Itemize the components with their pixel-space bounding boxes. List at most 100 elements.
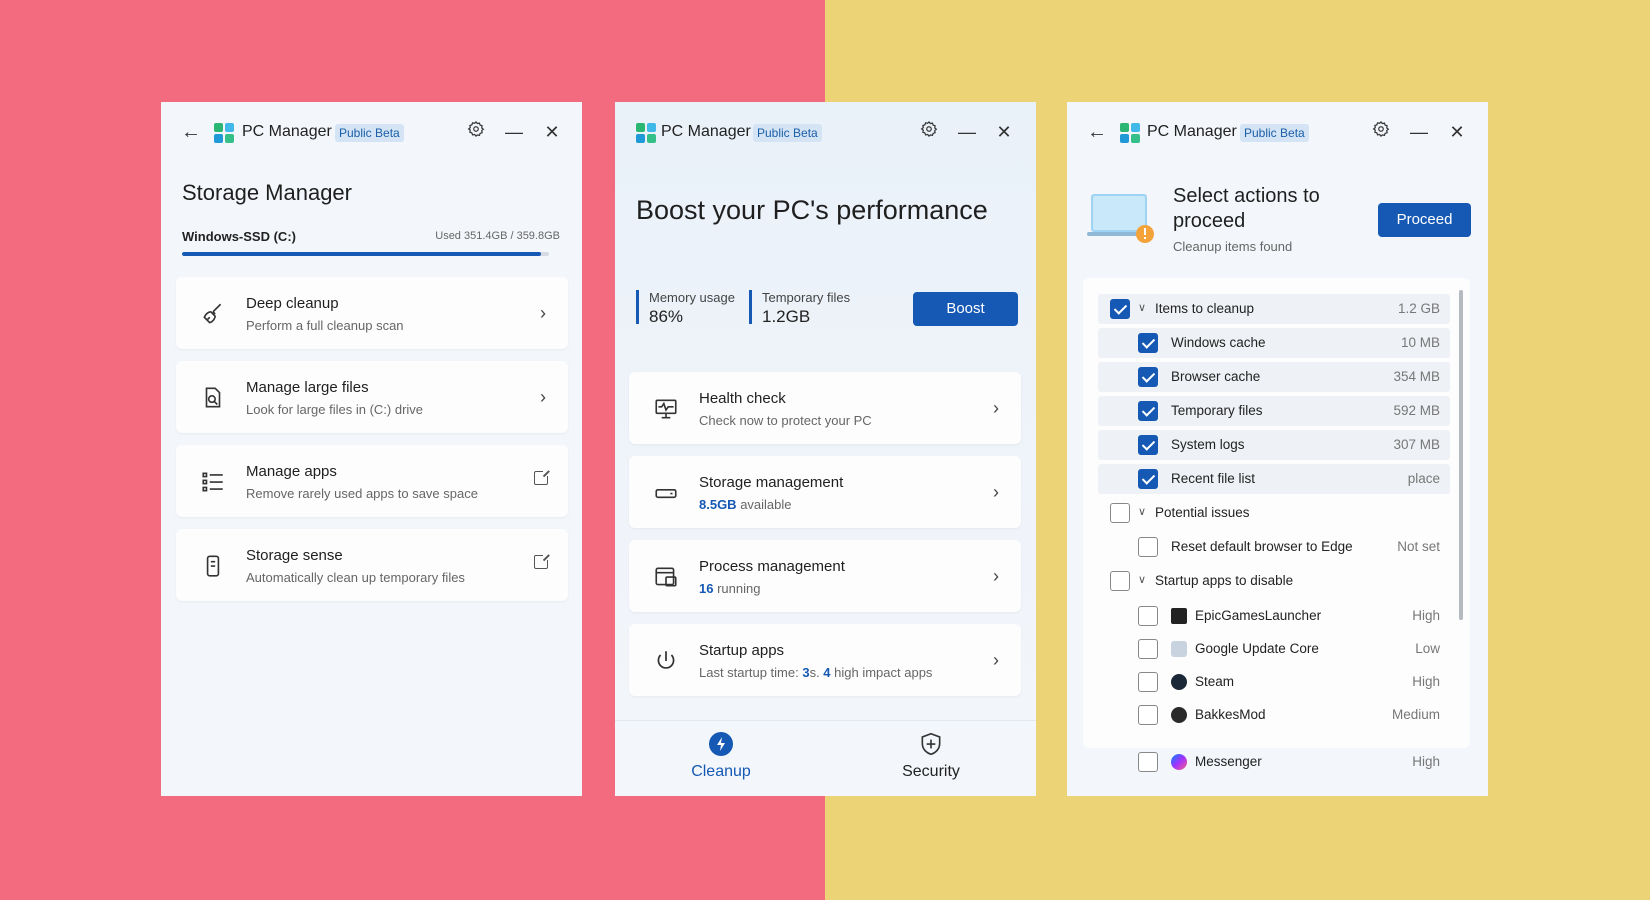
storage-manager-window: ← PC Manager Public Beta — ✕ Storage Man… [161,102,582,796]
tab-cleanup[interactable]: Cleanup [671,731,771,791]
checkbox[interactable] [1138,469,1158,489]
checkbox[interactable] [1138,537,1158,557]
checkbox[interactable] [1110,299,1130,319]
checkbox[interactable] [1138,367,1158,387]
health-monitor-icon [653,396,679,422]
checkbox[interactable] [1138,435,1158,455]
minimize-icon[interactable]: — [502,120,526,144]
storage-management-card[interactable]: Storage management 8.5GB available › [629,456,1021,528]
item-label: System logs [1171,437,1245,452]
stat-value: 1.2GB [762,307,811,326]
file-search-icon [200,385,226,411]
checkbox[interactable] [1138,752,1158,772]
proceed-button[interactable]: Proceed [1378,203,1471,237]
startup-apps-card[interactable]: Startup apps Last startup time: 3s. 4 hi… [629,624,1021,696]
app-title: PC Manager [1147,123,1237,140]
deep-cleanup-card[interactable]: Deep cleanup Perform a full cleanup scan… [176,277,568,349]
item-value: 354 MB [1393,369,1440,384]
card-title: Startup apps [699,642,785,659]
item-label: Browser cache [1171,369,1261,384]
public-beta-badge: Public Beta [753,124,822,142]
shield-icon [918,731,944,757]
chevron-right-icon: › [993,398,999,418]
close-icon[interactable]: ✕ [992,120,1016,144]
chevron-right-icon: › [540,387,546,407]
tab-label: Cleanup [691,763,751,780]
item-label: BakkesMod [1195,707,1266,722]
checkbox[interactable] [1138,333,1158,353]
item-value: place [1407,471,1440,486]
checkbox[interactable] [1138,639,1158,659]
external-link-icon [534,553,550,569]
checkbox[interactable] [1138,606,1158,626]
minimize-icon[interactable]: — [1407,120,1431,144]
settings-gear-icon[interactable] [1369,120,1393,144]
storage-available-value: 8.5GB [699,497,737,512]
card-subtitle: Look for large files in (C:) drive [246,402,424,417]
power-icon [653,648,679,674]
storage-sense-card[interactable]: Storage sense Automatically clean up tem… [176,529,568,601]
cleanup-bolt-icon [708,731,734,757]
chevron-down-icon[interactable]: ∨ [1138,301,1146,314]
card-title: Manage apps [246,463,337,480]
list-item: System logs 307 MB [1098,430,1450,460]
checkbox[interactable] [1110,571,1130,591]
minimize-icon[interactable]: — [955,120,979,144]
settings-gear-icon[interactable] [917,120,941,144]
list-item [1098,733,1450,747]
title-bar: ← PC Manager Public Beta — ✕ [161,102,582,162]
close-icon[interactable]: ✕ [540,120,564,144]
list-item: Browser cache 354 MB [1098,362,1450,392]
group-potential-issues: ∨ Potential issues [1098,498,1450,528]
broom-icon [200,301,226,327]
pc-manager-logo-icon [636,123,656,143]
process-management-card[interactable]: Process management 16 running › [629,540,1021,612]
checkbox[interactable] [1138,705,1158,725]
process-window-icon [653,564,679,590]
title-bar: ← PC Manager Public Beta — ✕ [1067,102,1488,162]
item-label: Messenger [1195,754,1262,769]
checkbox[interactable] [1110,503,1130,523]
item-value: High [1412,674,1440,689]
checkbox[interactable] [1138,672,1158,692]
title-bar: PC Manager Public Beta — ✕ [615,102,1036,162]
card-title: Process management [699,558,845,575]
drive-name: Windows-SSD (C:) [182,229,296,244]
item-label: Steam [1195,674,1235,689]
list-item: EpicGamesLauncher High [1098,601,1450,631]
group-items-to-cleanup: ∨ Items to cleanup 1.2 GB [1098,294,1450,324]
cleanup-list: ∨ Items to cleanup 1.2 GB Windows cache … [1083,278,1470,748]
drive-usage-fill [182,252,541,256]
page-title: Storage Manager [182,180,352,205]
manage-large-files-card[interactable]: Manage large files Look for large files … [176,361,568,433]
cleanup-actions-window: ← PC Manager Public Beta — ✕ Select acti… [1067,102,1488,796]
steam-icon [1171,674,1187,690]
scrollbar[interactable] [1459,290,1463,620]
chevron-down-icon[interactable]: ∨ [1138,573,1146,586]
item-value: High [1412,754,1440,769]
bottom-navigation: Cleanup Security [615,720,1036,796]
stat-label: Temporary files [762,290,851,305]
checkbox[interactable] [1138,401,1158,421]
hard-drive-icon [653,480,679,506]
chevron-down-icon[interactable]: ∨ [1138,505,1146,518]
close-icon[interactable]: ✕ [1445,120,1469,144]
card-subtitle: Remove rarely used apps to save space [246,486,478,501]
settings-gear-icon[interactable] [464,120,488,144]
item-label: EpicGamesLauncher [1195,608,1322,623]
page-subtitle: Cleanup items found [1173,239,1293,254]
health-check-card[interactable]: Health check Check now to protect your P… [629,372,1021,444]
card-title: Manage large files [246,379,369,396]
tab-security[interactable]: Security [881,731,981,791]
drive-usage-bar [182,252,549,256]
pc-manager-logo-icon [1120,123,1140,143]
card-title: Health check [699,390,786,407]
boost-button[interactable]: Boost [913,292,1018,326]
process-count-value: 16 [699,581,714,596]
back-arrow-icon[interactable]: ← [1085,120,1109,144]
chevron-right-icon: › [993,650,999,670]
manage-apps-card[interactable]: Manage apps Remove rarely used apps to s… [176,445,568,517]
card-title: Deep cleanup [246,295,339,312]
group-label: Startup apps to disable [1155,573,1294,588]
back-arrow-icon[interactable]: ← [179,120,203,144]
